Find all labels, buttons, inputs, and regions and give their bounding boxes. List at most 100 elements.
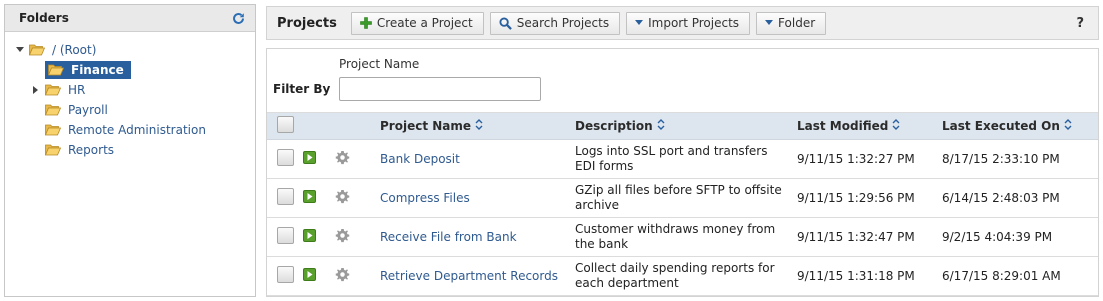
table-row: Bank Deposit Logs into SSL port and tran…	[267, 139, 1098, 179]
open-folder-icon	[44, 84, 62, 96]
open-folder-icon	[28, 44, 46, 56]
import-projects-button[interactable]: Import Projects	[626, 11, 751, 35]
column-header-last-modified[interactable]: Last Modified	[797, 113, 942, 140]
settings-column-header	[335, 113, 380, 140]
run-icon[interactable]	[303, 228, 316, 242]
tree-item-finance[interactable]: Finance	[45, 61, 131, 79]
project-link[interactable]: Receive File from Bank	[380, 230, 517, 244]
gear-icon[interactable]	[335, 150, 350, 165]
filter-by-label: Filter By	[273, 82, 331, 96]
gear-icon[interactable]	[335, 228, 350, 243]
tree-item-label: Finance	[68, 62, 127, 78]
description-cell: GZip all files before SFTP to offsite arc…	[575, 178, 797, 218]
project-link[interactable]: Bank Deposit	[380, 152, 460, 166]
tree-item-root[interactable]: / (Root)	[15, 41, 99, 59]
tree-item-label: Remote Administration	[68, 123, 206, 137]
run-icon[interactable]	[303, 189, 316, 203]
plus-icon	[360, 17, 372, 29]
column-header-project-name[interactable]: Project Name	[380, 113, 575, 140]
folders-title: Folders	[19, 11, 69, 25]
projects-toolbar: Projects Create a Project Search Project…	[266, 6, 1099, 40]
project-name-cell: Bank Deposit	[380, 139, 575, 179]
projects-body: Filter By Project Name Project Name Desc…	[266, 48, 1099, 297]
tree-item-label: Payroll	[68, 103, 108, 117]
folders-header: Folders	[5, 5, 255, 32]
project-link[interactable]: Compress Files	[380, 191, 470, 205]
open-folder-icon	[47, 64, 65, 76]
page-title: Projects	[277, 15, 337, 31]
column-header-label: Description	[575, 118, 653, 133]
gear-icon[interactable]	[335, 267, 350, 282]
description-line: the bank	[575, 236, 629, 251]
last-executed-cell: 6/14/15 2:48:03 PM	[942, 178, 1098, 218]
chevron-down-icon	[635, 20, 644, 26]
description-cell: Collect daily spending reports for each d…	[575, 256, 797, 296]
run-cell	[303, 256, 335, 296]
sort-icon	[475, 119, 483, 133]
project-name-filter-label: Project Name	[339, 57, 420, 71]
select-all-checkbox[interactable]	[277, 115, 294, 133]
expand-arrow-icon[interactable]	[31, 81, 41, 99]
project-table: Project Name Description Last Modified L…	[267, 113, 1098, 296]
select-all-header	[267, 113, 303, 140]
description-line: each department	[575, 275, 679, 290]
column-header-label: Last Modified	[797, 118, 889, 133]
run-icon[interactable]	[303, 267, 316, 281]
open-folder-icon	[44, 124, 62, 136]
row-checkbox[interactable]	[277, 265, 294, 283]
search-icon	[499, 16, 512, 30]
row-select-cell	[267, 256, 303, 296]
column-header-description[interactable]: Description	[575, 113, 797, 140]
folder-menu-button[interactable]: Folder	[756, 11, 827, 35]
folder-menu-label: Folder	[778, 16, 816, 30]
run-icon[interactable]	[303, 150, 316, 164]
last-executed-cell: 9/2/15 4:04:39 PM	[942, 217, 1098, 257]
sort-icon	[1064, 119, 1072, 133]
gear-icon[interactable]	[335, 189, 350, 204]
search-projects-button[interactable]: Search Projects	[489, 11, 621, 35]
last-modified-cell: 9/11/15 1:31:18 PM	[797, 256, 942, 296]
row-checkbox[interactable]	[277, 187, 294, 205]
description-cell: Logs into SSL port and transfers EDI form…	[575, 139, 797, 179]
filter-row: Filter By Project Name	[267, 49, 1098, 113]
import-projects-label: Import Projects	[648, 16, 740, 30]
row-checkbox[interactable]	[277, 226, 294, 244]
folders-panel: Folders / (Root) Finance HR Payroll Remo…	[4, 4, 256, 297]
last-modified-cell: 9/11/15 1:32:27 PM	[797, 139, 942, 179]
tree-item-payroll[interactable]: Payroll	[44, 101, 111, 119]
sort-icon	[892, 119, 900, 133]
tree-item-label: / (Root)	[52, 43, 97, 57]
collapse-arrow-icon[interactable]	[15, 41, 25, 59]
row-select-cell	[267, 139, 303, 179]
description-line: EDI forms	[575, 158, 634, 173]
project-name-filter-input[interactable]	[339, 77, 541, 101]
tree-item-remote-administration[interactable]: Remote Administration	[44, 121, 209, 139]
last-modified-cell: 9/11/15 1:29:56 PM	[797, 178, 942, 218]
refresh-icon[interactable]	[231, 11, 245, 25]
open-folder-icon	[44, 104, 62, 116]
last-modified-cell: 9/11/15 1:32:47 PM	[797, 217, 942, 257]
column-header-last-executed[interactable]: Last Executed On	[942, 113, 1098, 140]
run-cell	[303, 178, 335, 218]
tree-item-label: Reports	[68, 143, 115, 157]
description-line: Customer withdraws money from	[575, 221, 776, 236]
row-checkbox[interactable]	[277, 148, 294, 166]
project-name-cell: Retrieve Department Records	[380, 256, 575, 296]
tree-item-label: HR	[68, 83, 86, 97]
column-header-label: Last Executed On	[942, 118, 1060, 133]
description-line: Collect daily spending reports for	[575, 260, 775, 275]
description-cell: Customer withdraws money from the bank	[575, 217, 797, 257]
create-project-button[interactable]: Create a Project	[350, 11, 484, 35]
tree-item-hr[interactable]: HR	[31, 81, 88, 99]
project-name-cell: Compress Files	[380, 178, 575, 218]
tree-item-reports[interactable]: Reports	[44, 141, 117, 159]
table-header-row: Project Name Description Last Modified L…	[267, 113, 1098, 140]
row-select-cell	[267, 217, 303, 257]
help-button[interactable]: ?	[1072, 16, 1088, 31]
create-project-label: Create a Project	[376, 16, 473, 30]
last-executed-cell: 6/17/15 8:29:01 AM	[942, 256, 1098, 296]
run-column-header	[303, 113, 335, 140]
project-link[interactable]: Retrieve Department Records	[380, 269, 558, 283]
sort-icon	[657, 119, 665, 133]
project-name-cell: Receive File from Bank	[380, 217, 575, 257]
